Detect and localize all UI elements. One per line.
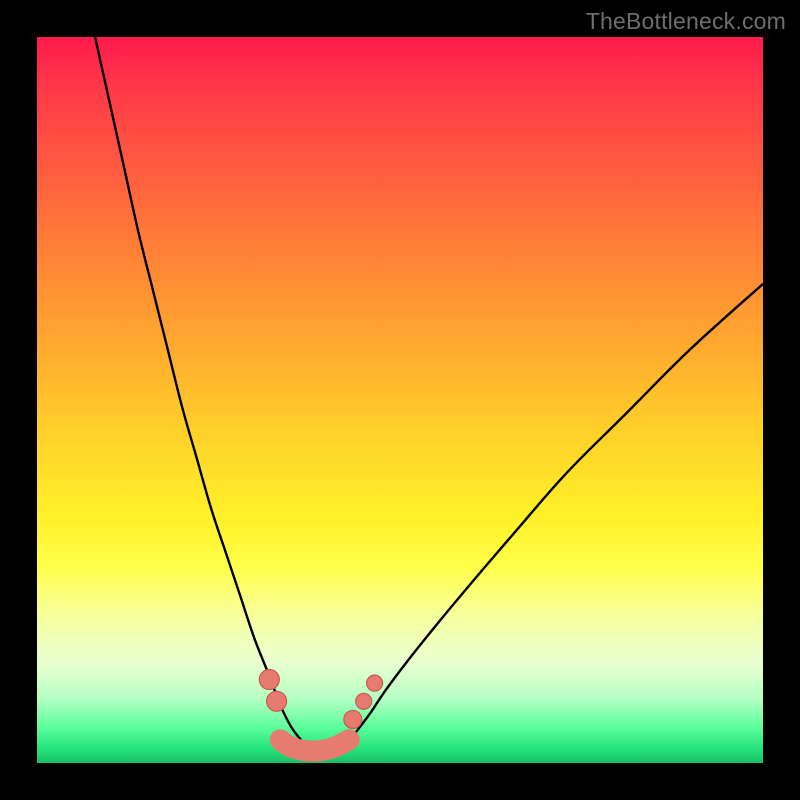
right-upper-dot (367, 675, 383, 691)
left-lower-dot (267, 691, 287, 711)
outer-frame: TheBottleneck.com (0, 0, 800, 800)
left-upper-dot (259, 670, 279, 690)
right-mid-dot (356, 693, 372, 709)
left-curve-line (95, 37, 302, 741)
chart-svg (37, 37, 763, 763)
right-lower-dot (344, 710, 362, 728)
trough-worm-marker (280, 740, 349, 751)
plot-area (37, 37, 763, 763)
right-curve-line (349, 284, 763, 741)
watermark-text: TheBottleneck.com (586, 8, 786, 35)
